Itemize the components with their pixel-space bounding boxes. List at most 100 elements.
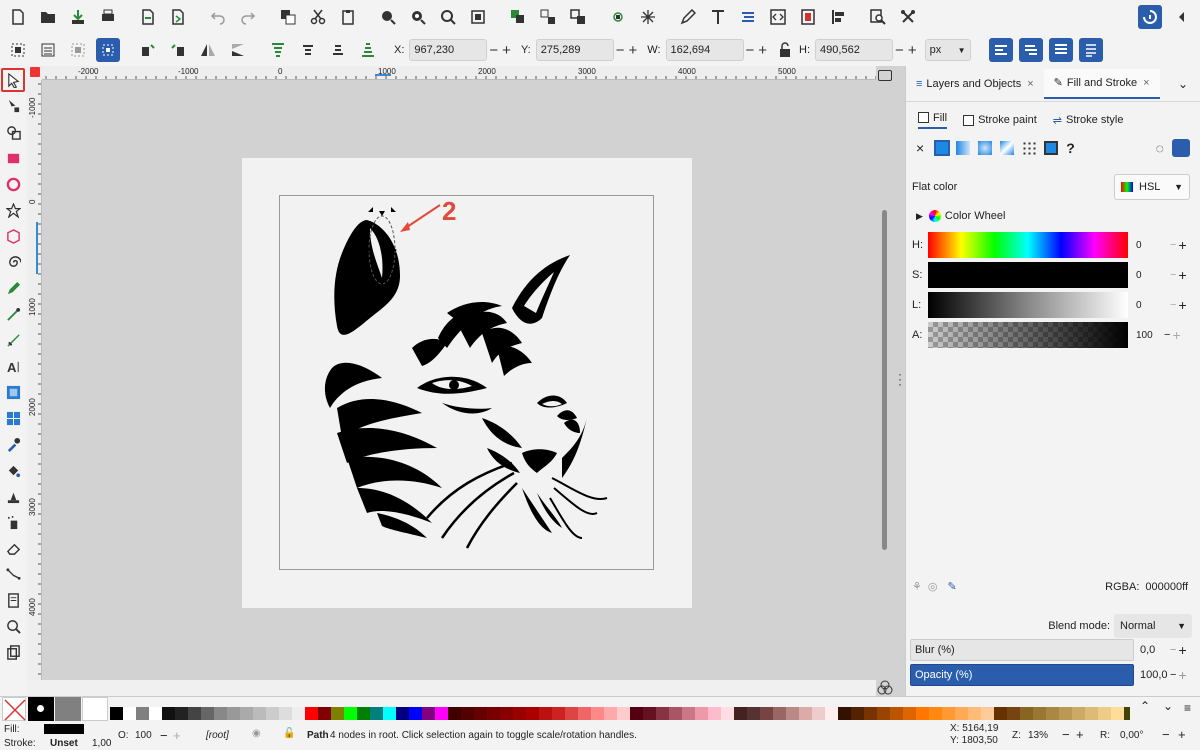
print-icon[interactable] xyxy=(96,5,120,29)
linear-gradient-icon[interactable] xyxy=(956,141,971,155)
select-all-icon[interactable] xyxy=(6,38,30,62)
lightness-decrement-button[interactable]: − xyxy=(1170,299,1176,311)
palette-swatch[interactable] xyxy=(578,707,591,720)
palette-swatch[interactable] xyxy=(474,707,487,720)
palette-swatch[interactable] xyxy=(682,707,695,720)
mesh-gradient-icon[interactable] xyxy=(1000,141,1015,155)
chevron-down-icon[interactable]: ⌄ xyxy=(1163,699,1173,713)
color-managed-icon[interactable]: ⚘ xyxy=(912,580,922,593)
find-icon[interactable] xyxy=(866,5,890,29)
pick-color-icon[interactable]: ✎ xyxy=(947,580,956,593)
subtab-fill[interactable]: Fill xyxy=(918,112,948,129)
palette-swatch[interactable] xyxy=(604,707,617,720)
xml-pen-icon[interactable] xyxy=(676,5,700,29)
palette-swatch[interactable] xyxy=(552,707,565,720)
w-increment-button[interactable]: + xyxy=(758,42,767,59)
zoom-page-icon[interactable] xyxy=(436,5,460,29)
palette-swatch[interactable] xyxy=(448,707,461,720)
measure-tool-icon[interactable] xyxy=(1,640,25,664)
white-swatch[interactable] xyxy=(82,697,108,721)
stroke-indicator[interactable]: Unset xyxy=(50,738,78,749)
palette-swatch[interactable] xyxy=(643,707,656,720)
x-input[interactable]: 967,230 xyxy=(409,39,488,61)
snap-toggle-icon[interactable] xyxy=(1138,5,1162,29)
y-input[interactable]: 275,289 xyxy=(535,39,614,61)
zoom-page-width-icon[interactable] xyxy=(466,5,490,29)
palette-swatch[interactable] xyxy=(175,707,188,720)
eraser-tool-icon[interactable] xyxy=(1,536,25,560)
palette-swatch[interactable] xyxy=(305,707,318,720)
palette-swatch[interactable] xyxy=(1007,707,1020,720)
palette-swatch[interactable] xyxy=(123,707,136,720)
black-swatch[interactable] xyxy=(28,697,54,721)
palette-swatch[interactable] xyxy=(825,707,838,720)
palette-swatch[interactable] xyxy=(1111,707,1124,720)
duplicate-icon[interactable] xyxy=(276,5,300,29)
palette-swatch[interactable] xyxy=(1085,707,1098,720)
palette-swatch[interactable] xyxy=(669,707,682,720)
guide-lock-icon[interactable] xyxy=(30,67,40,77)
palette-swatch[interactable] xyxy=(708,707,721,720)
rectangle-tool-icon[interactable] xyxy=(1,146,25,170)
3d-box-tool-icon[interactable] xyxy=(1,224,25,248)
hide-layer-icon[interactable]: ◉ xyxy=(252,728,261,739)
palette-swatch[interactable] xyxy=(903,707,916,720)
saturation-decrement-button[interactable]: − xyxy=(1170,269,1176,281)
palette-swatch[interactable] xyxy=(357,707,370,720)
color-management-icon[interactable] xyxy=(877,680,893,696)
export-icon[interactable] xyxy=(166,5,190,29)
palette-swatch[interactable] xyxy=(721,707,734,720)
text-tool-icon[interactable]: A xyxy=(1,354,25,378)
palette-swatch[interactable] xyxy=(1124,707,1130,720)
group-icon[interactable] xyxy=(506,5,530,29)
subtab-stroke-paint[interactable]: Stroke paint xyxy=(963,114,1037,126)
chevron-up-icon[interactable]: ⌃ xyxy=(1140,699,1150,713)
flip-vertical-icon[interactable] xyxy=(226,38,250,62)
palette-swatch[interactable] xyxy=(539,707,552,720)
raise-icon[interactable] xyxy=(296,38,320,62)
open-folder-icon[interactable] xyxy=(36,5,60,29)
zoom-selection-icon[interactable] xyxy=(376,5,400,29)
saturation-value[interactable]: 0 xyxy=(1136,270,1164,281)
zoom-out-button[interactable]: − xyxy=(1062,727,1070,742)
rotate-cw-icon[interactable] xyxy=(166,38,190,62)
blur-decrement-button[interactable]: − xyxy=(1170,644,1176,656)
blend-mode-select[interactable]: Normal ▼ xyxy=(1114,614,1192,638)
palette-swatch[interactable] xyxy=(331,707,344,720)
document-properties-icon[interactable] xyxy=(796,5,820,29)
zoom-tool-icon[interactable] xyxy=(1,614,25,638)
clone-icon[interactable] xyxy=(566,5,590,29)
saturation-slider[interactable] xyxy=(928,262,1128,288)
raise-to-top-icon[interactable] xyxy=(266,38,290,62)
pages-tool-icon[interactable] xyxy=(1,588,25,612)
vertical-scrollbar-thumb[interactable] xyxy=(882,210,887,550)
color-mode-select[interactable]: HSL ▼ xyxy=(1114,174,1190,200)
hue-decrement-button[interactable]: − xyxy=(1170,239,1176,251)
lock-layer-icon[interactable]: 🔓 xyxy=(283,728,295,739)
node-tool-icon[interactable] xyxy=(1,94,25,118)
palette-swatch[interactable] xyxy=(565,707,578,720)
color-wheel-label[interactable]: Color Wheel xyxy=(945,210,1006,222)
y-decrement-button[interactable]: − xyxy=(616,42,625,59)
rotate-ccw-button[interactable]: − xyxy=(1162,727,1170,742)
tab-fill-and-stroke[interactable]: ✎ Fill and Stroke × xyxy=(1043,68,1160,99)
palette-swatch[interactable] xyxy=(201,707,214,720)
tab-layers-and-objects[interactable]: ≡ Layers and Objects × xyxy=(906,69,1044,99)
palette-swatch[interactable] xyxy=(136,707,149,720)
text-icon[interactable] xyxy=(706,5,730,29)
expander-icon[interactable]: ▶ xyxy=(916,211,923,222)
blur-increment-button[interactable]: + xyxy=(1178,642,1186,658)
flip-horizontal-icon[interactable] xyxy=(196,38,220,62)
palette-swatch[interactable] xyxy=(591,707,604,720)
subtab-stroke-style[interactable]: ⇌ Stroke style xyxy=(1053,114,1124,127)
stroke-width-value[interactable]: 1,00 xyxy=(92,738,111,749)
close-icon[interactable]: × xyxy=(1027,78,1033,90)
fill-indicator[interactable] xyxy=(44,724,84,734)
palette-swatch[interactable] xyxy=(864,707,877,720)
palette-swatch[interactable] xyxy=(513,707,526,720)
zoom-drawing-icon[interactable] xyxy=(406,5,430,29)
layers-icon[interactable] xyxy=(736,5,760,29)
rotate-ccw-icon[interactable] xyxy=(136,38,160,62)
tweak-tool-icon[interactable] xyxy=(1,484,25,508)
palette-swatch[interactable] xyxy=(851,707,864,720)
